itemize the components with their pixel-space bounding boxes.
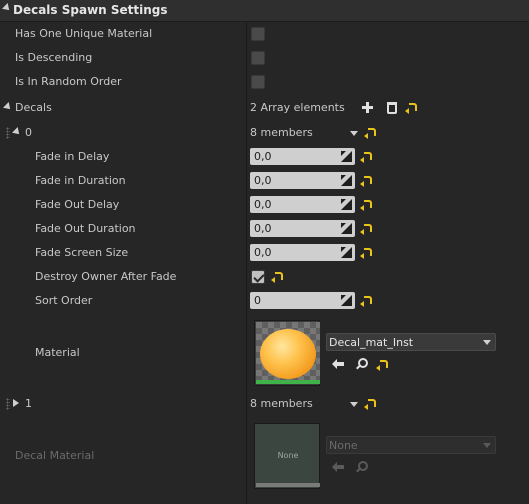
has-one-unique-material-label: Has One Unique Material [15, 27, 153, 40]
chevron-down-icon [483, 443, 491, 448]
fade-in-duration-input[interactable]: 0,0 [250, 172, 355, 189]
use-selected-arrow-icon[interactable] [332, 359, 344, 369]
destroy-owner-after-fade-label: Destroy Owner After Fade [35, 270, 177, 283]
panel-header[interactable]: Decals Spawn Settings [0, 0, 529, 22]
row-is-descending: Is Descending [0, 46, 529, 70]
drag-handle-icon[interactable] [6, 127, 10, 139]
drag-value-icon [341, 295, 352, 306]
decal-material-label: Decal Material [15, 449, 95, 462]
element-0-expand-icon[interactable] [12, 127, 22, 137]
panel-title: Decals Spawn Settings [13, 3, 168, 17]
row-fade-in-duration: Fade in Duration 0,0 [0, 169, 529, 193]
element-0-menu-arrow-icon[interactable] [350, 131, 358, 136]
reset-to-default-icon[interactable] [376, 360, 388, 371]
element-0-index: 0 [25, 126, 32, 139]
drag-value-icon [341, 151, 352, 162]
reset-to-default-icon[interactable] [360, 200, 372, 211]
fade-out-delay-label: Fade Out Delay [35, 198, 120, 211]
row-fade-out-duration: Fade Out Duration 0,0 [0, 217, 529, 241]
destroy-owner-after-fade-checkbox[interactable] [251, 270, 265, 284]
row-fade-out-delay: Fade Out Delay 0,0 [0, 193, 529, 217]
material-label: Material [35, 346, 80, 359]
reset-to-default-icon[interactable] [364, 128, 376, 139]
element-1-members: 8 members [250, 397, 313, 410]
fade-out-duration-value: 0,0 [254, 222, 272, 235]
fade-screen-size-label: Fade Screen Size [35, 246, 129, 259]
fade-screen-size-input[interactable]: 0,0 [250, 244, 355, 261]
collapse-arrow-icon[interactable] [2, 3, 12, 13]
reset-to-default-icon[interactable] [360, 296, 372, 307]
asset-type-bar [256, 483, 320, 487]
fade-in-delay-label: Fade in Delay [35, 150, 110, 163]
fade-in-delay-input[interactable]: 0,0 [250, 148, 355, 165]
drag-value-icon [341, 199, 352, 210]
reset-to-default-icon[interactable] [405, 103, 417, 114]
reset-to-default-icon[interactable] [360, 248, 372, 259]
browse-search-icon [355, 461, 368, 473]
reset-to-default-icon[interactable] [360, 224, 372, 235]
is-descending-label: Is Descending [15, 51, 93, 64]
fade-in-duration-value: 0,0 [254, 174, 272, 187]
fade-out-delay-value: 0,0 [254, 198, 272, 211]
sort-order-value: 0 [254, 294, 261, 307]
thumbnail-none-text: None [277, 451, 299, 460]
decals-count: 2 Array elements [250, 101, 345, 114]
fade-out-delay-input[interactable]: 0,0 [250, 196, 355, 213]
is-in-random-order-checkbox[interactable] [251, 75, 265, 89]
use-selected-arrow-icon [332, 462, 344, 472]
fade-out-duration-input[interactable]: 0,0 [250, 220, 355, 237]
delete-all-icon[interactable] [387, 102, 397, 114]
drag-value-icon [341, 247, 352, 258]
is-descending-checkbox[interactable] [251, 51, 265, 65]
element-1-menu-arrow-icon[interactable] [350, 402, 358, 407]
add-element-icon[interactable] [362, 102, 373, 113]
decal-material-asset-picker: None [326, 436, 496, 454]
row-is-in-random-order: Is In Random Order [0, 70, 529, 94]
material-preview-sphere [260, 329, 316, 379]
row-has-one-unique-material: Has One Unique Material [0, 22, 529, 46]
material-asset-picker[interactable]: Decal_mat_Inst [326, 333, 496, 351]
row-element-0: 0 8 members [0, 121, 529, 145]
fade-in-duration-label: Fade in Duration [35, 174, 126, 187]
row-decals: Decals 2 Array elements [0, 96, 529, 120]
decals-expand-icon[interactable] [3, 102, 13, 112]
has-one-unique-material-checkbox[interactable] [251, 27, 265, 41]
reset-to-default-icon[interactable] [271, 272, 283, 283]
drag-value-icon [341, 175, 352, 186]
decal-material-asset-name: None [329, 439, 358, 452]
row-fade-in-delay: Fade in Delay 0,0 [0, 145, 529, 169]
fade-out-duration-label: Fade Out Duration [35, 222, 136, 235]
drag-handle-icon[interactable] [6, 398, 10, 410]
element-1-index: 1 [25, 397, 32, 410]
reset-to-default-icon[interactable] [364, 399, 376, 410]
sort-order-input[interactable]: 0 [250, 292, 355, 309]
sort-order-label: Sort Order [35, 294, 93, 307]
row-sort-order: Sort Order 0 [0, 289, 529, 313]
material-thumbnail[interactable] [254, 320, 320, 386]
decal-material-thumbnail: None [254, 423, 320, 489]
row-destroy-owner-after-fade: Destroy Owner After Fade [0, 265, 529, 289]
asset-type-bar [256, 380, 320, 384]
row-fade-screen-size: Fade Screen Size 0,0 [0, 241, 529, 265]
browse-search-icon[interactable] [355, 358, 368, 370]
reset-to-default-icon[interactable] [360, 152, 372, 163]
decals-label: Decals [15, 101, 52, 114]
element-1-expand-icon[interactable] [13, 399, 19, 407]
fade-screen-size-value: 0,0 [254, 246, 272, 259]
drag-value-icon [341, 223, 352, 234]
row-element-1: 1 8 members [0, 392, 529, 416]
chevron-down-icon [483, 340, 491, 345]
material-asset-name: Decal_mat_Inst [329, 336, 414, 349]
element-0-members: 8 members [250, 126, 313, 139]
reset-to-default-icon[interactable] [360, 176, 372, 187]
is-in-random-order-label: Is In Random Order [15, 75, 122, 88]
fade-in-delay-value: 0,0 [254, 150, 272, 163]
